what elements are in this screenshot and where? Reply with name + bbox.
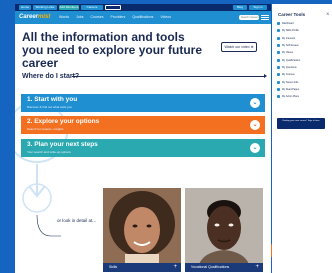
arrow-divider xyxy=(72,74,267,78)
tool-icon xyxy=(277,51,280,55)
nav-link[interactable]: Courses xyxy=(90,15,103,19)
site-logo[interactable]: Careermist xyxy=(19,14,50,20)
tool-icon xyxy=(277,58,280,62)
menu-icon[interactable] xyxy=(261,15,269,20)
nav-link[interactable]: Words xyxy=(59,15,69,19)
utility-highlight[interactable] xyxy=(105,5,121,10)
sign-in-link[interactable]: Sign in xyxy=(249,5,267,10)
step-title: 2. Explore your options xyxy=(27,118,100,125)
card-label: Vocational Qualifications + xyxy=(185,263,263,272)
step-plan-next-steps[interactable]: 3. Plan your next steps Your search and … xyxy=(21,139,265,157)
tool-icon xyxy=(277,29,280,33)
step-title: 1. Start with you xyxy=(27,96,78,103)
top-utility-bar: Home Working Links Add Members Careers B… xyxy=(15,4,271,11)
nav-link[interactable]: Jobs xyxy=(76,15,83,19)
tool-icon xyxy=(277,44,280,48)
nav-link[interactable]: Videos xyxy=(160,15,171,19)
browser-page: Home Working Links Add Members Careers B… xyxy=(15,4,271,273)
search-input[interactable]: Search Careers xyxy=(239,15,259,20)
watch-video-button[interactable]: Watch our video ⊕ xyxy=(221,42,257,52)
chevron-down-icon[interactable]: ⌄ xyxy=(250,143,260,153)
step-title: 3. Plan your next steps xyxy=(27,141,98,148)
tool-icon xyxy=(277,80,280,84)
chevron-down-icon[interactable]: ⌄ xyxy=(250,98,260,108)
sidebar-item-interests[interactable]: My Interests xyxy=(277,35,329,42)
person-photo xyxy=(103,188,181,272)
tool-icon xyxy=(277,65,280,69)
nav-links: Words Jobs Courses Providers Qualificati… xyxy=(59,15,171,19)
nav-link[interactable]: Providers xyxy=(111,15,126,19)
vocational-qualifications-card[interactable]: Vocational Qualifications + xyxy=(185,188,263,272)
utility-link[interactable]: Home xyxy=(19,5,31,10)
step-explore-options[interactable]: 2. Explore your options Search for caree… xyxy=(21,116,265,134)
step-subtitle: Discover & find out what suits you xyxy=(27,105,73,109)
sidebar-title: Career Tools xyxy=(278,12,306,17)
tool-icon xyxy=(277,36,280,40)
step-subtitle: Search for careers, insights xyxy=(27,127,64,131)
tool-icon xyxy=(277,73,280,77)
tool-icon xyxy=(277,87,280,91)
plus-icon[interactable]: + xyxy=(173,263,177,272)
utility-link[interactable]: Blog xyxy=(233,5,247,10)
nav-link[interactable]: Qualifications xyxy=(132,15,153,19)
watch-video-label: Watch our video xyxy=(224,45,250,49)
sidebar-item-questions[interactable]: My Questions xyxy=(277,64,329,71)
person-photo xyxy=(185,188,263,272)
sidebar-item-qualifications[interactable]: My Qualifications xyxy=(277,56,329,63)
career-tools-sidebar: Career Tools X Dashboard My Skills Profi… xyxy=(272,4,332,273)
sidebar-item-read-pages[interactable]: My Read Pages xyxy=(277,86,329,93)
main-navbar: Careermist Words Jobs Courses Providers … xyxy=(15,11,271,24)
tool-icon xyxy=(277,22,280,26)
utility-link[interactable]: Careers xyxy=(81,5,103,10)
step-subtitle: Your search and write-up options xyxy=(27,150,71,154)
detail-label: or look in detail at... xyxy=(57,218,97,223)
plus-icon[interactable]: + xyxy=(255,263,259,272)
sidebar-list: Dashboard My Skills Profile My Interests… xyxy=(277,20,329,100)
card-label: Skills + xyxy=(103,263,181,272)
section-heading: Where do I start? xyxy=(22,73,80,80)
step-start-with-you[interactable]: 1. Start with you Discover & find out wh… xyxy=(21,94,265,112)
sidebar-item-skills-profile[interactable]: My Skills Profile xyxy=(277,27,329,34)
logo-accent: mist xyxy=(38,14,51,20)
skills-card[interactable]: Skills + xyxy=(103,188,181,272)
sidebar-item-courses[interactable]: My Courses xyxy=(277,71,329,78)
sidebar-item-action-plans[interactable]: My Action Plans xyxy=(277,93,329,100)
sidebar-item-dashboard[interactable]: Dashboard xyxy=(277,20,329,27)
chevron-down-icon[interactable]: ⌄ xyxy=(250,120,260,130)
logo-text: Career xyxy=(19,14,39,20)
sidebar-item-saved-jobs[interactable]: My Saved Jobs xyxy=(277,78,329,85)
page-title: All the information and tools you need t… xyxy=(22,30,203,70)
sign-in-promo[interactable]: Finding your next career? Sign in here xyxy=(277,118,325,129)
utility-link[interactable]: Add Members xyxy=(59,5,79,10)
close-icon[interactable]: X xyxy=(326,11,329,16)
sidebar-item-self-review[interactable]: My Self Review xyxy=(277,42,329,49)
tool-icon xyxy=(277,95,280,99)
utility-link[interactable]: Working Links xyxy=(33,5,57,10)
sidebar-item-values[interactable]: My Values xyxy=(277,49,329,56)
